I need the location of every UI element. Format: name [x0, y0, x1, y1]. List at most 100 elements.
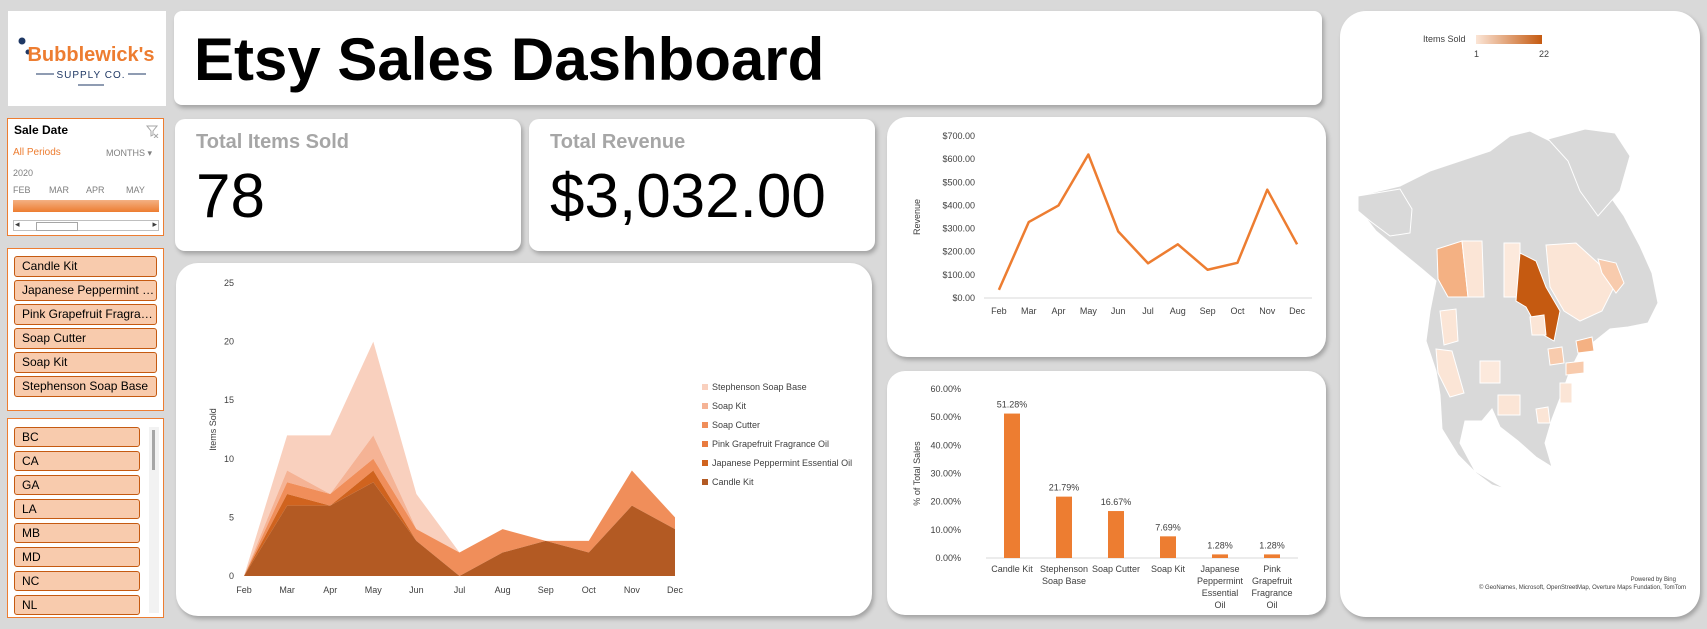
timeline-scrollbar[interactable]: ◂ ▸ [13, 219, 159, 231]
items-sold-map[interactable]: Items Sold 1 22 Powered by Bing © GeoNam… [1340, 11, 1700, 617]
map-legend-gradient [1476, 35, 1542, 44]
slicer-item-product[interactable]: Pink Grapefruit Fragrance Oil [14, 304, 157, 325]
y-tick-label: $700.00 [942, 131, 975, 141]
x-tick-label: Nov [1259, 306, 1276, 316]
x-tick-label: Mar [1021, 306, 1037, 316]
slicer-item-product[interactable]: Soap Cutter [14, 328, 157, 349]
y-tick-label: 15 [224, 395, 234, 405]
slicer-item-state[interactable]: GA [14, 475, 140, 495]
scroll-thumb[interactable] [152, 430, 155, 470]
slicer-item-state[interactable]: NL [14, 595, 140, 615]
slicer-item-state[interactable]: NC [14, 571, 140, 591]
y-tick-label: 10.00% [930, 525, 961, 535]
bar[interactable] [1264, 554, 1280, 558]
bar[interactable] [1108, 511, 1124, 558]
slicer-scrollbar[interactable] [149, 427, 159, 613]
slicer-item-product[interactable]: Japanese Peppermint Essential Oil [14, 280, 157, 301]
map-powered-by: Powered by Bing [1631, 577, 1676, 583]
clear-filter-icon[interactable] [145, 124, 159, 138]
sales-share-bar-chart[interactable]: % of Total Sales 0.00% 10.00% 20.00% 30.00%… [887, 371, 1326, 615]
x-tick-label: Nov [624, 585, 641, 595]
revenue-series-line[interactable] [997, 153, 1299, 291]
company-logo: Bubblewick's SUPPLY CO. [8, 11, 166, 106]
logo-brand: Bubblewick's [27, 44, 154, 66]
bar[interactable] [1004, 413, 1020, 558]
x-tick-label: Jun [409, 585, 424, 595]
chevron-down-icon: ▾ [147, 148, 153, 158]
year-label: 2020 [13, 168, 34, 178]
legend-label: Pink Grapefruit Fragrance Oil [712, 439, 829, 449]
product-slicer[interactable]: Candle Kit Japanese Peppermint Essential… [7, 248, 164, 411]
items-sold-area-chart-card: Items Sold 0 5 10 15 20 25 Feb Mar Apr May Jun Jul A… [176, 263, 872, 616]
x-tick-label: Jul [1142, 306, 1154, 316]
bar[interactable] [1056, 496, 1072, 558]
x-tick-label: Soap Kit [1151, 564, 1186, 574]
slicer-item-state[interactable]: LA [14, 499, 140, 519]
revenue-line-chart[interactable]: Revenue $0.00 $100.00 $200.00 $300.00 $400.0… [887, 117, 1326, 357]
items-sold-area-chart[interactable]: Items Sold 0 5 10 15 20 25 Feb Mar Apr May Jun Jul A… [176, 263, 872, 616]
sale-date-slicer[interactable]: Sale Date All Periods MONTHS ▾ 2020 FEB … [7, 118, 164, 236]
time-level-dropdown[interactable]: MONTHS ▾ [106, 148, 152, 159]
map-region [1357, 188, 1413, 237]
page-title: Etsy Sales Dashboard [194, 26, 825, 93]
title-card: Etsy Sales Dashboard [174, 11, 1322, 105]
x-tick-label: Dec [667, 585, 684, 595]
data-label: 7.69% [1155, 522, 1181, 532]
sales-share-bar-chart-card: % of Total Sales 0.00% 10.00% 20.00% 30.00%… [887, 371, 1326, 615]
map-legend-max: 22 [1539, 49, 1549, 59]
x-tick-label: Mar [279, 585, 295, 595]
slicer-item-state[interactable]: BC [14, 427, 140, 447]
bar[interactable] [1212, 554, 1228, 558]
slicer-item-product[interactable]: Stephenson Soap Base [14, 376, 157, 397]
revenue-line-chart-card: Revenue $0.00 $100.00 $200.00 $300.00 $400.0… [887, 117, 1326, 357]
map-region-nc [1565, 360, 1585, 376]
y-tick-label: $400.00 [942, 200, 975, 210]
x-tick-label: Jul [454, 585, 466, 595]
legend-label: Soap Cutter [712, 420, 760, 430]
kpi-label: Total Items Sold [196, 131, 349, 153]
x-tick-label: Oct [582, 585, 597, 595]
scroll-left-icon[interactable]: ◂ [15, 219, 20, 230]
legend-swatch [702, 384, 708, 390]
data-label: 1.28% [1259, 540, 1285, 550]
x-tick-label: Pink Grapefruit Fragrance Oil [1251, 564, 1292, 610]
data-label: 51.28% [997, 400, 1028, 410]
slicer-item-product[interactable]: Soap Kit [14, 352, 157, 373]
x-tick-label: May [365, 585, 383, 595]
axis-label-y: % of Total Sales [912, 441, 922, 506]
logo-tagline: SUPPLY CO. [56, 70, 125, 81]
logo-graphic: Bubblewick's SUPPLY CO. [18, 37, 155, 86]
bar[interactable] [1160, 536, 1176, 558]
total-revenue-card: Total Revenue $3,032.00 [529, 119, 875, 251]
slicer-title: Sale Date [14, 123, 69, 137]
axis-label-y: Revenue [912, 199, 922, 235]
timeline-bar[interactable] [13, 200, 159, 212]
state-slicer[interactable]: BC CA GA LA MB MD NC NL [7, 418, 164, 618]
map-region-us [1479, 360, 1501, 384]
y-tick-label: 60.00% [930, 384, 961, 394]
logo-bubble-icon [18, 37, 26, 45]
scroll-right-icon[interactable]: ▸ [152, 219, 157, 230]
kpi-label: Total Revenue [550, 131, 686, 153]
map-region-us [1547, 346, 1565, 366]
slicer-item-state[interactable]: MB [14, 523, 140, 543]
slicer-item-product[interactable]: Candle Kit [14, 256, 157, 277]
map-region-us [1497, 394, 1521, 416]
x-tick-label: Aug [1170, 306, 1186, 316]
y-tick-label: 20.00% [930, 497, 961, 507]
x-tick-label: Jun [1111, 306, 1126, 316]
total-items-card: Total Items Sold 78 [175, 119, 521, 251]
x-tick-label: Feb [236, 585, 252, 595]
month-label: FEB [13, 185, 31, 195]
x-tick-label: May [1080, 306, 1098, 316]
slicer-item-state[interactable]: CA [14, 451, 140, 471]
map-region-la [1535, 406, 1551, 424]
y-tick-label: 0 [229, 571, 234, 581]
y-tick-label: 10 [224, 454, 234, 464]
slicer-item-state[interactable]: MD [14, 547, 140, 567]
x-tick-label: Soap Cutter [1092, 564, 1140, 574]
kpi-value: 78 [196, 162, 265, 231]
all-periods-label: All Periods [13, 147, 61, 158]
legend-swatch [702, 479, 708, 485]
scroll-thumb[interactable] [36, 222, 78, 231]
